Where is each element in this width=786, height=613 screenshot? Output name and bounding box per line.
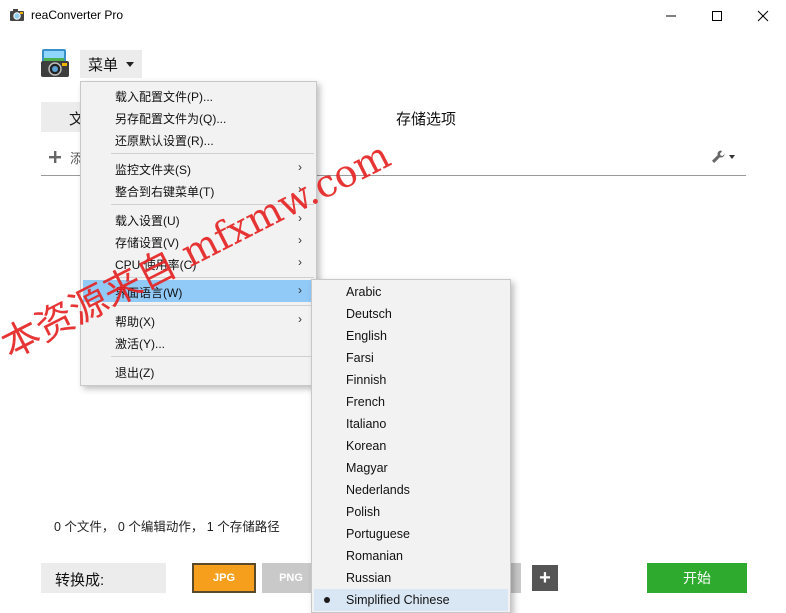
menu-item-restore-defaults[interactable]: 还原默认设置(R)... [83,128,314,150]
close-button[interactable] [740,0,786,32]
language-item-french[interactable]: French [314,391,508,413]
menu-separator [111,277,314,278]
menu-separator [111,356,314,357]
chevron-right-icon: › [298,312,302,326]
wrench-icon [712,150,725,163]
menu-item-load-profile[interactable]: 载入配置文件(P)... [83,84,314,106]
settings-dropdown[interactable] [710,148,740,166]
menu-item-save-settings[interactable]: 存储设置(V) › [83,230,314,252]
language-item-deutsch[interactable]: Deutsch [314,303,508,325]
chevron-down-icon [729,155,735,159]
minimize-button[interactable] [648,0,694,32]
menu-item-load-settings[interactable]: 载入设置(U) › [83,208,314,230]
format-jpg-button[interactable]: JPG [192,563,256,593]
menu-separator [111,153,314,154]
menu-button-label: 菜单 [88,56,119,74]
radio-bullet-icon [324,597,330,603]
menu-item-interface-language[interactable]: 界面语言(W) › [83,280,314,302]
menu-item-context-integration[interactable]: 整合到右键菜单(T) › [83,179,314,201]
app-logo-icon [40,47,72,81]
menu-item-cpu-usage[interactable]: CPU 使用率(C) › [83,252,314,274]
context-menu: 载入配置文件(P)... 另存配置文件为(Q)... 还原默认设置(R)... … [80,81,317,386]
maximize-button[interactable] [694,0,740,32]
menu-item-exit[interactable]: 退出(Z) [83,360,314,382]
chevron-down-icon [126,61,135,67]
chevron-right-icon: › [298,255,302,269]
language-item-farsi[interactable]: Farsi [314,347,508,369]
menu-separator [111,204,314,205]
maximize-icon [712,11,722,21]
chevron-right-icon: › [298,182,302,196]
window-title: reaConverter Pro [31,8,124,22]
chevron-right-icon: › [298,283,302,297]
close-icon [757,10,769,22]
language-item-english[interactable]: English [314,325,508,347]
chevron-right-icon: › [298,233,302,247]
menu-item-help[interactable]: 帮助(X) › [83,309,314,331]
status-summary: 0 个文件， 0 个编辑动作， 1 个存储路径 [54,520,280,534]
menu-item-activate[interactable]: 激活(Y)... [83,331,314,353]
language-submenu: Arabic Deutsch English Farsi Finnish Fre… [311,279,511,613]
language-item-italiano[interactable]: Italiano [314,413,508,435]
language-item-simplified-chinese[interactable]: Simplified Chinese [314,589,508,611]
add-files-button[interactable]: 添 [48,147,83,167]
chevron-right-icon: › [298,211,302,225]
start-button[interactable]: 开始 [647,563,747,593]
language-item-russian[interactable]: Russian [314,567,508,589]
minimize-icon [666,15,676,17]
plus-icon [49,151,61,163]
language-item-romanian[interactable]: Romanian [314,545,508,567]
menu-item-watch-folder[interactable]: 监控文件夹(S) › [83,157,314,179]
app-icon [9,7,25,23]
chevron-right-icon: › [298,160,302,174]
language-item-portuguese[interactable]: Portuguese [314,523,508,545]
menu-separator [111,305,314,306]
language-item-finnish[interactable]: Finnish [314,369,508,391]
tab-storage-options[interactable]: 存储选项 [396,108,456,129]
add-format-button[interactable]: + [532,565,558,591]
language-item-polish[interactable]: Polish [314,501,508,523]
menu-item-save-profile[interactable]: 另存配置文件为(Q)... [83,106,314,128]
language-item-arabic[interactable]: Arabic [314,281,508,303]
language-item-korean[interactable]: Korean [314,435,508,457]
convert-to-label: 转换成: [41,563,166,593]
language-item-nederlands[interactable]: Nederlands [314,479,508,501]
menu-button[interactable]: 菜单 [80,50,142,78]
language-item-magyar[interactable]: Magyar [314,457,508,479]
